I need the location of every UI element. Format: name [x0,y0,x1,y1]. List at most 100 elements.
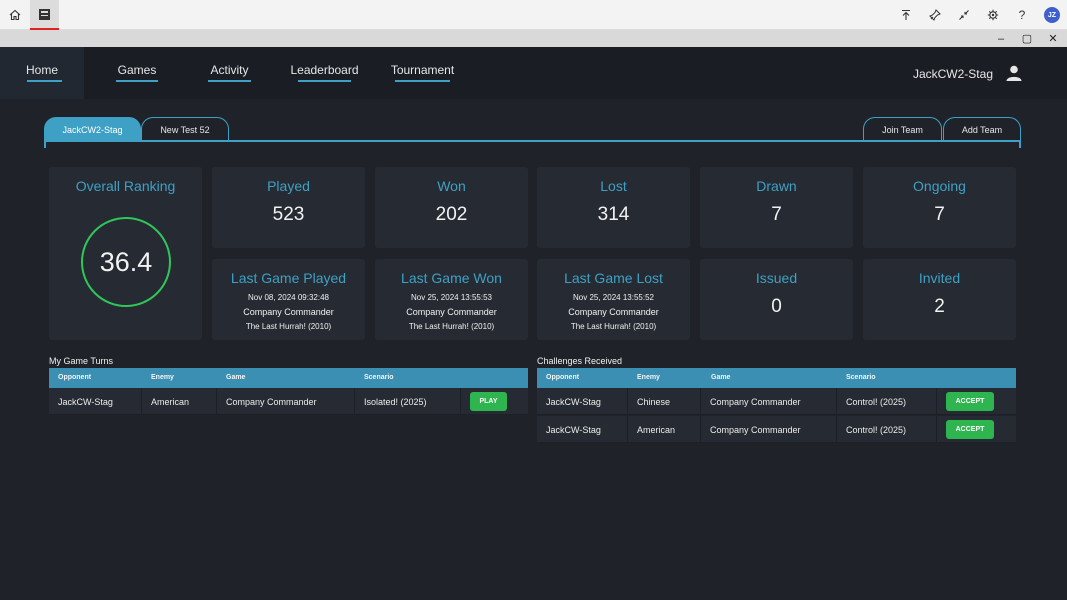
nav-label: Games [117,63,157,77]
won-card: Won 202 [375,167,528,248]
cell-game: Company Commander [701,416,837,443]
card-title: Overall Ranking [75,178,176,194]
nav-underline [395,80,450,82]
os-taskbar: ? JZ [0,0,1067,30]
tab-team-new-test-52[interactable]: New Test 52 [141,117,229,141]
nav-item-games[interactable]: Games [116,47,158,99]
nav-label: Leaderboard [290,63,359,77]
accept-button[interactable]: ACCEPT [946,420,994,439]
overall-ranking-card: Overall Ranking 36.4 [49,167,202,340]
join-team-button[interactable]: Join Team [863,117,942,141]
cell-opponent: JackCW-Stag [537,388,628,415]
cell-opponent: JackCW-Stag [537,416,628,443]
user-icon[interactable] [1005,64,1023,82]
account-avatar[interactable]: JZ [1038,0,1066,30]
nav-item-tournament[interactable]: Tournament [389,47,456,99]
invited-card: Invited 2 [863,259,1016,340]
card-game: Company Commander [243,307,334,317]
card-title: Played [267,178,310,194]
card-title: Ongoing [913,178,966,194]
gear-icon[interactable] [979,0,1007,30]
window-titlebar: – ▢ ✕ [0,30,1067,47]
tab-divider-left [44,140,46,148]
help-glyph: ? [1018,8,1026,22]
nav-item-home[interactable]: Home [0,47,84,99]
tab-divider-right [1019,140,1021,148]
card-scenario: The Last Hurrah! (2010) [408,322,495,331]
card-game: Company Commander [568,307,659,317]
last-game-played-card: Last Game Played Nov 08, 2024 09:32:48 C… [212,259,365,340]
card-title: Won [437,178,466,194]
col-header-game[interactable]: Game [226,374,245,381]
close-button[interactable]: ✕ [1040,30,1066,47]
nav-item-leaderboard[interactable]: Leaderboard [290,47,359,99]
card-title: Last Game Lost [564,270,663,286]
col-header-opponent[interactable]: Opponent [546,374,579,381]
card-value: 202 [435,204,468,225]
card-value: 7 [934,204,945,225]
cell-enemy: American [628,416,701,443]
card-date: Nov 08, 2024 09:32:48 [248,293,329,302]
cell-scenario: Isolated! (2025) [355,388,461,415]
turns-table-header: Opponent Enemy Game Scenario [49,368,528,388]
table-row: JackCW-Stag American Company Commander I… [49,388,528,415]
ongoing-card: Ongoing 7 [863,167,1016,248]
minimize-button[interactable]: – [988,30,1014,47]
nav-underline [208,80,251,82]
add-team-button[interactable]: Add Team [943,117,1021,141]
last-game-won-card: Last Game Won Nov 25, 2024 13:55:53 Comp… [375,259,528,340]
card-title: Drawn [756,178,797,194]
pin-icon[interactable] [921,0,949,30]
card-date: Nov 25, 2024 13:55:53 [411,293,492,302]
table-row: JackCW-Stag Chinese Company Commander Co… [537,388,1016,415]
nav-label: Tournament [390,63,455,77]
collapse-icon[interactable] [950,0,978,30]
drawn-card: Drawn 7 [700,167,853,248]
card-title: Issued [755,270,798,286]
col-header-game[interactable]: Game [711,374,730,381]
home-icon[interactable] [0,0,30,30]
tab-team-jackcw2-stag[interactable]: JackCW2-Stag [44,117,141,141]
accept-button[interactable]: ACCEPT [946,392,994,411]
card-value: 7 [771,204,782,225]
nav-label: Home [25,63,58,77]
played-card: Played 523 [212,167,365,248]
card-value: 2 [934,296,945,317]
card-title: Invited [918,270,961,286]
restore-button[interactable]: ▢ [1014,30,1040,47]
card-scenario: The Last Hurrah! (2010) [245,322,332,331]
cell-opponent: JackCW-Stag [49,388,142,415]
lost-card: Lost 314 [537,167,690,248]
upload-icon[interactable] [892,0,920,30]
app-window-icon[interactable] [30,0,59,30]
col-header-enemy[interactable]: Enemy [151,374,174,381]
col-header-opponent[interactable]: Opponent [58,374,91,381]
card-value: 0 [771,296,782,317]
card-value: 523 [272,204,305,225]
nav-underline [298,80,351,82]
cell-game: Company Commander [701,388,837,415]
tab-divider [44,140,1021,142]
card-scenario: The Last Hurrah! (2010) [570,322,657,331]
card-game: Company Commander [406,307,497,317]
last-game-lost-card: Last Game Lost Nov 25, 2024 13:55:52 Com… [537,259,690,340]
issued-card: Issued 0 [700,259,853,340]
cell-scenario: Control! (2025) [837,388,937,415]
cell-enemy: American [142,388,217,415]
challenges-table-header: Opponent Enemy Game Scenario [537,368,1016,388]
play-button[interactable]: PLAY [470,392,507,411]
username[interactable]: JackCW2-Stag [913,67,993,81]
col-header-enemy[interactable]: Enemy [637,374,660,381]
help-icon[interactable]: ? [1008,0,1036,30]
col-header-scenario[interactable]: Scenario [846,374,876,381]
col-header-scenario[interactable]: Scenario [364,374,394,381]
cell-scenario: Control! (2025) [837,416,937,443]
card-date: Nov 25, 2024 13:55:52 [573,293,654,302]
nav-underline [116,80,158,82]
card-title: Lost [600,178,627,194]
main-nav: Home Games Activity Leaderboard Tourname… [0,47,1067,99]
my-game-turns-title: My Game Turns [49,356,114,366]
card-title: Last Game Played [230,270,347,286]
card-title: Last Game Won [401,270,502,286]
nav-item-activity[interactable]: Activity [208,47,251,99]
